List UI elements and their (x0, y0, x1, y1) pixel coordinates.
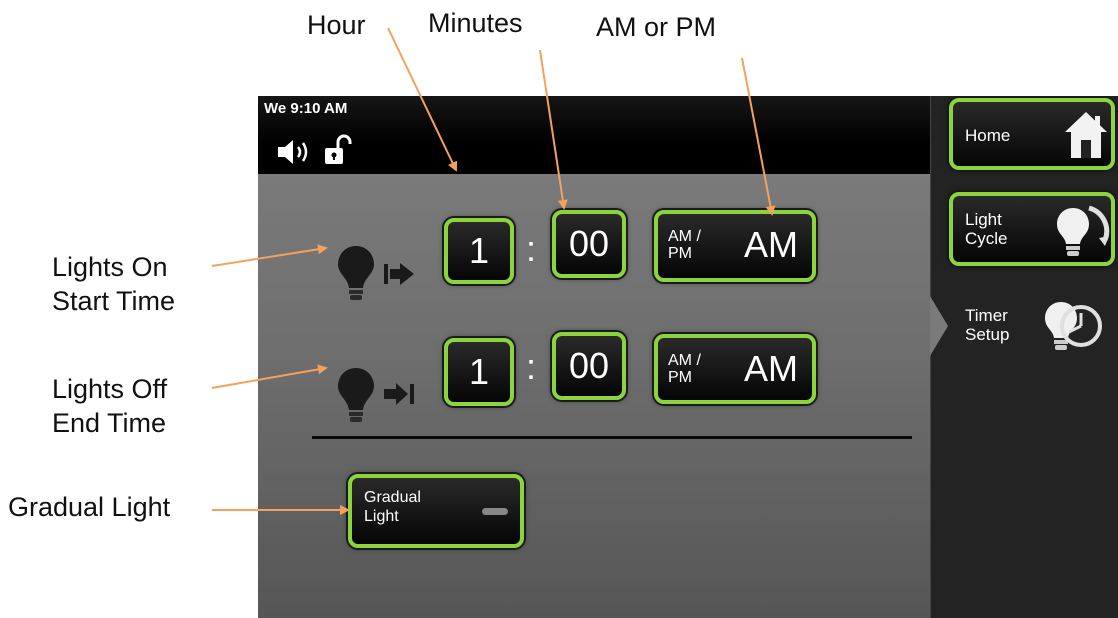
timer-setup-tab[interactable]: Timer Setup (930, 290, 1118, 372)
section-divider (312, 436, 912, 439)
controller-screen: We 9:10 AM 1: 00 AM / PM AM 1: 00 AM /… (258, 96, 1118, 618)
start-minutes-field[interactable]: 00 (552, 210, 626, 278)
home-button-label: Home (965, 126, 1011, 145)
callout-lights-on-line2: Start Time (52, 286, 176, 316)
callout-gradual-light: Gradual Light (8, 492, 171, 522)
start-minutes-value: 00 (568, 223, 610, 264)
status-bar: We 9:10 AM (258, 96, 930, 174)
end-time-separator: : (526, 346, 537, 387)
timer-setup-label-line1: Timer (965, 306, 1008, 325)
end-ampm-caption-line2: PM (668, 369, 692, 386)
end-arrow-icon (382, 380, 416, 408)
gradual-light-label-line2: Light (364, 508, 399, 525)
callout-lights-off-line1: Lights Off (52, 374, 168, 404)
timer-setup-label: Timer Setup (965, 306, 1009, 344)
callout-hour: Hour (307, 10, 366, 40)
end-hour-value: 1 (468, 351, 490, 392)
end-hour-field[interactable]: 1 (444, 338, 514, 406)
end-minutes-field[interactable]: 00 (552, 332, 626, 400)
end-minutes-value: 00 (568, 345, 610, 386)
timer-setup-panel: 1 : 00 AM / PM AM 1: 00 AM / PM AM Grad… (258, 174, 930, 618)
home-button[interactable]: Home (949, 98, 1115, 170)
light-cycle-button[interactable]: Light Cycle (949, 192, 1115, 266)
gradual-light-label: Gradual Light (364, 488, 421, 526)
timer-setup-label-line2: Setup (965, 325, 1010, 344)
callout-lights-on-line1: Lights On (52, 252, 168, 282)
gradual-light-toggle[interactable]: Gradual Light (348, 474, 524, 548)
status-clock: We 9:10 AM (264, 100, 348, 117)
start-ampm-caption: AM / PM (668, 228, 701, 262)
light-cycle-label: Light Cycle (965, 210, 1008, 248)
light-cycle-icon (1049, 200, 1111, 262)
callout-minutes: Minutes (428, 8, 523, 38)
active-tab-pointer (930, 296, 948, 356)
gradual-light-label-line1: Gradual (364, 489, 421, 506)
unlocked-padlock-icon[interactable] (324, 134, 352, 168)
lights-off-bulb-icon (336, 366, 376, 424)
home-icon (1063, 108, 1109, 162)
light-cycle-label-line1: Light (965, 210, 1002, 229)
start-ampm-caption-line1: AM / (668, 228, 701, 245)
start-hour-value: 1 (468, 230, 490, 271)
speaker-icon[interactable] (276, 138, 314, 166)
callout-ampm: AM or PM (596, 12, 717, 42)
end-ampm-value: AM (744, 348, 798, 389)
end-ampm-caption: AM / PM (668, 352, 701, 386)
callout-lights-off-line2: End Time (52, 408, 167, 438)
start-ampm-button[interactable]: AM / PM AM (654, 210, 816, 282)
start-ampm-caption-line2: PM (668, 245, 692, 262)
toggle-indicator (482, 508, 508, 515)
start-hour-field[interactable]: 1 (444, 218, 514, 284)
start-ampm-value: AM (744, 224, 798, 265)
start-time-separator: : (526, 228, 537, 269)
end-ampm-button[interactable]: AM / PM AM (654, 334, 816, 404)
lights-on-bulb-icon (336, 244, 376, 302)
timer-setup-icon (1039, 296, 1105, 360)
start-arrow-icon (382, 260, 416, 288)
end-ampm-caption-line1: AM / (668, 352, 701, 369)
nav-panel: Home Light Cycle Timer Setup (930, 96, 1118, 618)
light-cycle-label-line2: Cycle (965, 229, 1008, 248)
